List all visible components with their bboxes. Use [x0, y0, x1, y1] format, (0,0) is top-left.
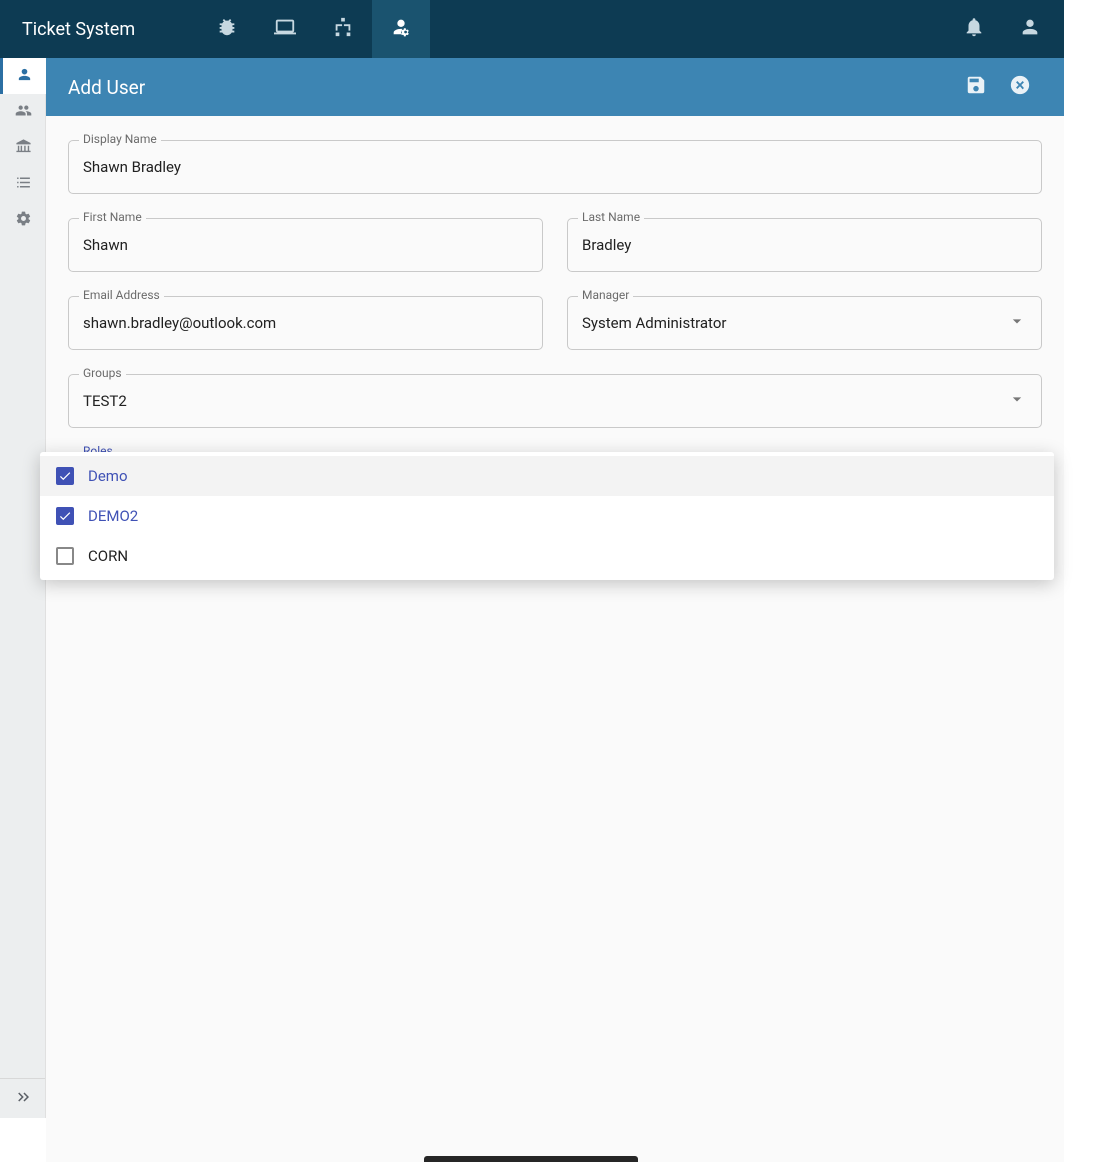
- close-button[interactable]: [998, 65, 1042, 109]
- first-name-label: First Name: [79, 210, 146, 224]
- page-header: Add User: [46, 58, 1064, 116]
- list-icon: [15, 174, 32, 195]
- close-circle-icon: [1009, 74, 1031, 100]
- dropdown-arrow-icon: [1007, 311, 1027, 335]
- first-name-field[interactable]: First Name: [68, 218, 543, 272]
- account-button[interactable]: [1002, 0, 1058, 58]
- manager-field[interactable]: Manager System Administrator: [567, 296, 1042, 350]
- sidebar-expand-button[interactable]: [0, 1078, 45, 1118]
- account-icon: [1019, 16, 1041, 42]
- role-option-demo[interactable]: Demo: [40, 456, 1054, 496]
- last-name-field[interactable]: Last Name: [567, 218, 1042, 272]
- nav-devices-button[interactable]: [256, 0, 314, 58]
- display-name-input[interactable]: [83, 158, 1027, 176]
- last-name-label: Last Name: [578, 210, 644, 224]
- app-brand: Ticket System: [0, 19, 198, 40]
- user-gear-icon: [390, 16, 412, 42]
- roles-dropdown-popover: Demo DEMO2 CORN: [40, 452, 1054, 580]
- top-nav-group: [198, 0, 430, 58]
- display-name-label: Display Name: [79, 132, 161, 146]
- sidebar-item-user[interactable]: [0, 58, 46, 94]
- sitemap-icon: [332, 16, 354, 42]
- notifications-button[interactable]: [946, 0, 1002, 58]
- save-icon: [965, 74, 987, 100]
- email-label: Email Address: [79, 288, 164, 302]
- nav-user-admin-button[interactable]: [372, 0, 430, 58]
- user-icon: [16, 66, 33, 87]
- laptop-icon: [274, 16, 296, 42]
- groups-field[interactable]: Groups TEST2: [68, 374, 1042, 428]
- groups-value: TEST2: [83, 392, 1007, 410]
- form-content: Display Name First Name Last Name Email …: [46, 116, 1064, 1162]
- nav-sitemap-button[interactable]: [314, 0, 372, 58]
- role-option-corn[interactable]: CORN: [40, 536, 1054, 576]
- checkbox-checked-icon: [56, 507, 74, 525]
- top-navbar: Ticket System: [0, 0, 1064, 58]
- manager-label: Manager: [578, 288, 633, 302]
- checkbox-unchecked-icon: [56, 547, 74, 565]
- left-sidebar: [0, 58, 46, 1118]
- bug-icon: [216, 16, 238, 42]
- role-option-label: DEMO2: [88, 507, 138, 525]
- manager-value: System Administrator: [582, 314, 1007, 332]
- sidebar-item-org[interactable]: [0, 130, 46, 166]
- sidebar-item-list[interactable]: [0, 166, 46, 202]
- sidebar-item-group[interactable]: [0, 94, 46, 130]
- checkbox-checked-icon: [56, 467, 74, 485]
- display-name-field[interactable]: Display Name: [68, 140, 1042, 194]
- top-right-group: [946, 0, 1064, 58]
- sidebar-item-settings[interactable]: [0, 202, 46, 238]
- email-field[interactable]: Email Address: [68, 296, 543, 350]
- nav-bugs-button[interactable]: [198, 0, 256, 58]
- bottom-handle: [424, 1156, 638, 1162]
- page-title: Add User: [68, 76, 954, 99]
- save-button[interactable]: [954, 65, 998, 109]
- role-option-label: CORN: [88, 547, 128, 565]
- last-name-input[interactable]: [582, 236, 1027, 254]
- first-name-input[interactable]: [83, 236, 528, 254]
- org-icon: [15, 138, 32, 159]
- group-icon: [15, 102, 32, 123]
- email-input[interactable]: [83, 314, 528, 332]
- role-option-demo2[interactable]: DEMO2: [40, 496, 1054, 536]
- dropdown-arrow-icon: [1007, 389, 1027, 413]
- chevron-double-right-icon: [14, 1088, 32, 1110]
- bell-icon: [963, 16, 985, 42]
- gear-icon: [15, 210, 32, 231]
- role-option-label: Demo: [88, 467, 128, 485]
- groups-label: Groups: [79, 366, 126, 380]
